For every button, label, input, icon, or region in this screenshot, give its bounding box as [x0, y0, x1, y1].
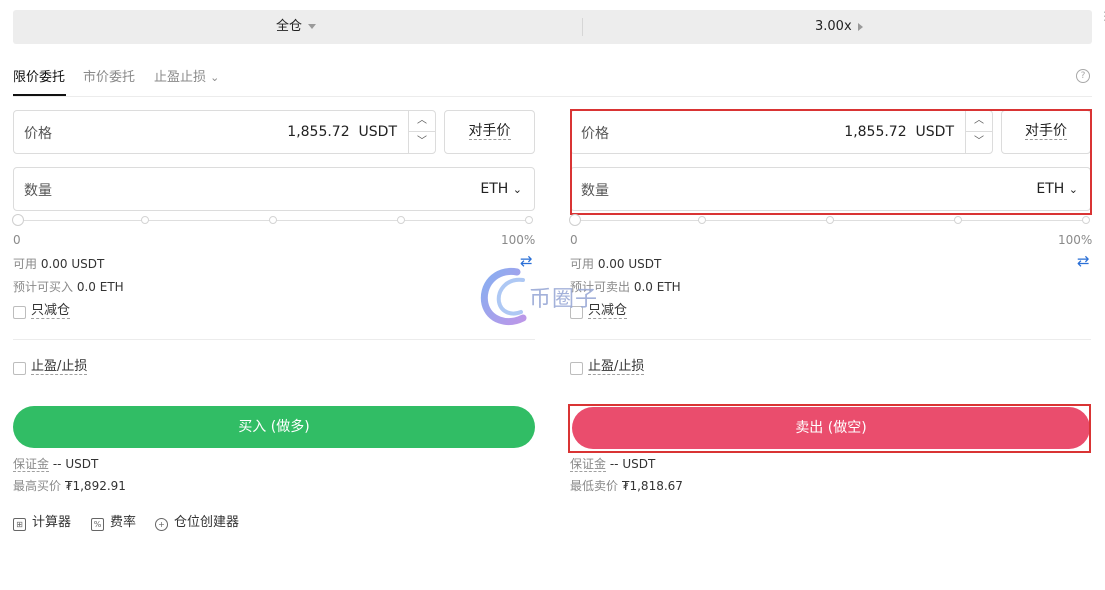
buy-price-stepper: ︿ ﹀	[408, 111, 435, 153]
tab-tp-sl-label: 止盈止损	[154, 70, 207, 85]
buy-price-input[interactable]: 价格 1,855.72 USDT ︿ ﹀	[13, 110, 436, 154]
slider-step[interactable]	[954, 216, 962, 224]
margin-mode-selector[interactable]: 全仓	[276, 10, 317, 44]
divider	[13, 339, 535, 340]
buy-estimate: 预计可买入 0.0 ETH	[13, 278, 124, 295]
sell-margin-value: -- USDT	[609, 457, 656, 471]
chevron-down-icon	[308, 24, 317, 29]
chevron-down-icon: ⌄	[512, 183, 522, 196]
buy-available-value: 0.00 USDT	[40, 257, 105, 271]
buy-tpsl-checkbox[interactable]	[13, 362, 26, 375]
slider-step[interactable]	[698, 216, 706, 224]
watermark-logo: 币圈子	[477, 264, 647, 326]
divider	[13, 96, 1092, 97]
buy-quantity-unit-selector[interactable]: ETH ⌄	[480, 181, 522, 197]
tab-market-order[interactable]: 市价委托	[83, 66, 135, 85]
percent-icon: %	[91, 518, 104, 531]
highlight-box	[568, 404, 1091, 453]
buy-margin-value: -- USDT	[52, 457, 99, 471]
sell-tpsl-checkbox[interactable]	[570, 362, 583, 375]
position-builder-link[interactable]: + 仓位创建器	[155, 511, 239, 531]
watermark-text: 币圈子	[529, 287, 599, 312]
buy-reduce-only-checkbox[interactable]	[13, 306, 26, 319]
fee-rate-label: 费率	[110, 515, 137, 530]
sell-slider-min: 0	[570, 233, 578, 247]
buy-reduce-only-label: 只减仓	[31, 303, 71, 319]
tab-limit-order[interactable]: 限价委托	[13, 66, 65, 85]
sell-margin-label: 保证金	[570, 457, 607, 472]
position-builder-icon: +	[155, 518, 168, 531]
buy-quantity-input[interactable]: 数量 ETH ⌄	[13, 167, 535, 211]
buy-price-label: 价格	[24, 126, 52, 142]
slider-thumb[interactable]	[12, 214, 24, 226]
buy-available: 可用 0.00 USDT	[13, 255, 104, 272]
buy-long-button[interactable]: 买入 (做多)	[13, 406, 535, 448]
buy-max-price: 最高买价 ₮1,892.91	[13, 477, 126, 494]
buy-available-label: 可用	[13, 257, 38, 271]
top-settings-bar: 全仓 3.00x	[13, 10, 1092, 44]
buy-counterparty-price-button[interactable]: 对手价	[444, 110, 535, 154]
buy-slider-min: 0	[13, 233, 21, 247]
sell-min-price-value: ₮1,818.67	[621, 479, 683, 493]
sell-margin: 保证金 -- USDT	[570, 455, 655, 472]
buy-counterparty-label: 对手价	[468, 123, 511, 140]
buy-quantity-unit: ETH	[480, 181, 509, 197]
chevron-right-icon	[857, 22, 863, 31]
leverage-label: 3.00x	[815, 19, 852, 34]
calculator-icon: ⊞	[13, 518, 26, 531]
buy-margin: 保证金 -- USDT	[13, 455, 98, 472]
slider-step[interactable]	[397, 216, 405, 224]
transfer-icon[interactable]: ⇄	[1077, 252, 1090, 270]
buy-estimate-value: 0.0 ETH	[76, 280, 124, 294]
slider-step[interactable]	[826, 216, 834, 224]
slider-thumb[interactable]	[569, 214, 581, 226]
margin-mode-label: 全仓	[276, 19, 303, 34]
buy-quantity-label: 数量	[24, 183, 52, 199]
leverage-selector[interactable]: 3.00x	[815, 10, 863, 44]
position-builder-label: 仓位创建器	[174, 515, 240, 530]
buy-margin-label: 保证金	[13, 457, 50, 472]
divider	[570, 339, 1091, 340]
chevron-down-icon: ⌄	[210, 71, 220, 84]
decrement-icon[interactable]: ﹀	[409, 132, 435, 153]
calculator-link[interactable]: ⊞ 计算器	[13, 511, 71, 531]
buy-price-unit: USDT	[358, 124, 397, 140]
increment-icon[interactable]: ︿	[409, 111, 435, 132]
tab-tp-sl[interactable]: 止盈止损 ⌄	[154, 66, 219, 85]
buy-slider-max: 100%	[501, 233, 536, 247]
more-options-icon[interactable]: ⋮	[1099, 10, 1105, 22]
help-icon[interactable]: ?	[1076, 69, 1090, 83]
highlight-box	[570, 109, 1092, 215]
calculator-label: 计算器	[32, 515, 72, 530]
slider-step[interactable]	[141, 216, 149, 224]
buy-price-value: 1,855.72	[287, 124, 350, 140]
buy-estimate-label: 预计可买入	[13, 280, 74, 294]
slider-step[interactable]	[269, 216, 277, 224]
buy-tpsl-label: 止盈/止损	[31, 359, 88, 375]
sell-min-price-label: 最低卖价	[570, 479, 619, 493]
buy-max-price-value: ₮1,892.91	[64, 479, 126, 493]
slider-step[interactable]	[1082, 216, 1090, 224]
sell-min-price: 最低卖价 ₮1,818.67	[570, 477, 683, 494]
divider	[582, 18, 583, 36]
sell-slider-max: 100%	[1058, 233, 1093, 247]
slider-step[interactable]	[525, 216, 533, 224]
buy-max-price-label: 最高买价	[13, 479, 62, 493]
fee-rate-link[interactable]: % 费率	[91, 511, 136, 531]
sell-tpsl-label: 止盈/止损	[588, 359, 645, 375]
